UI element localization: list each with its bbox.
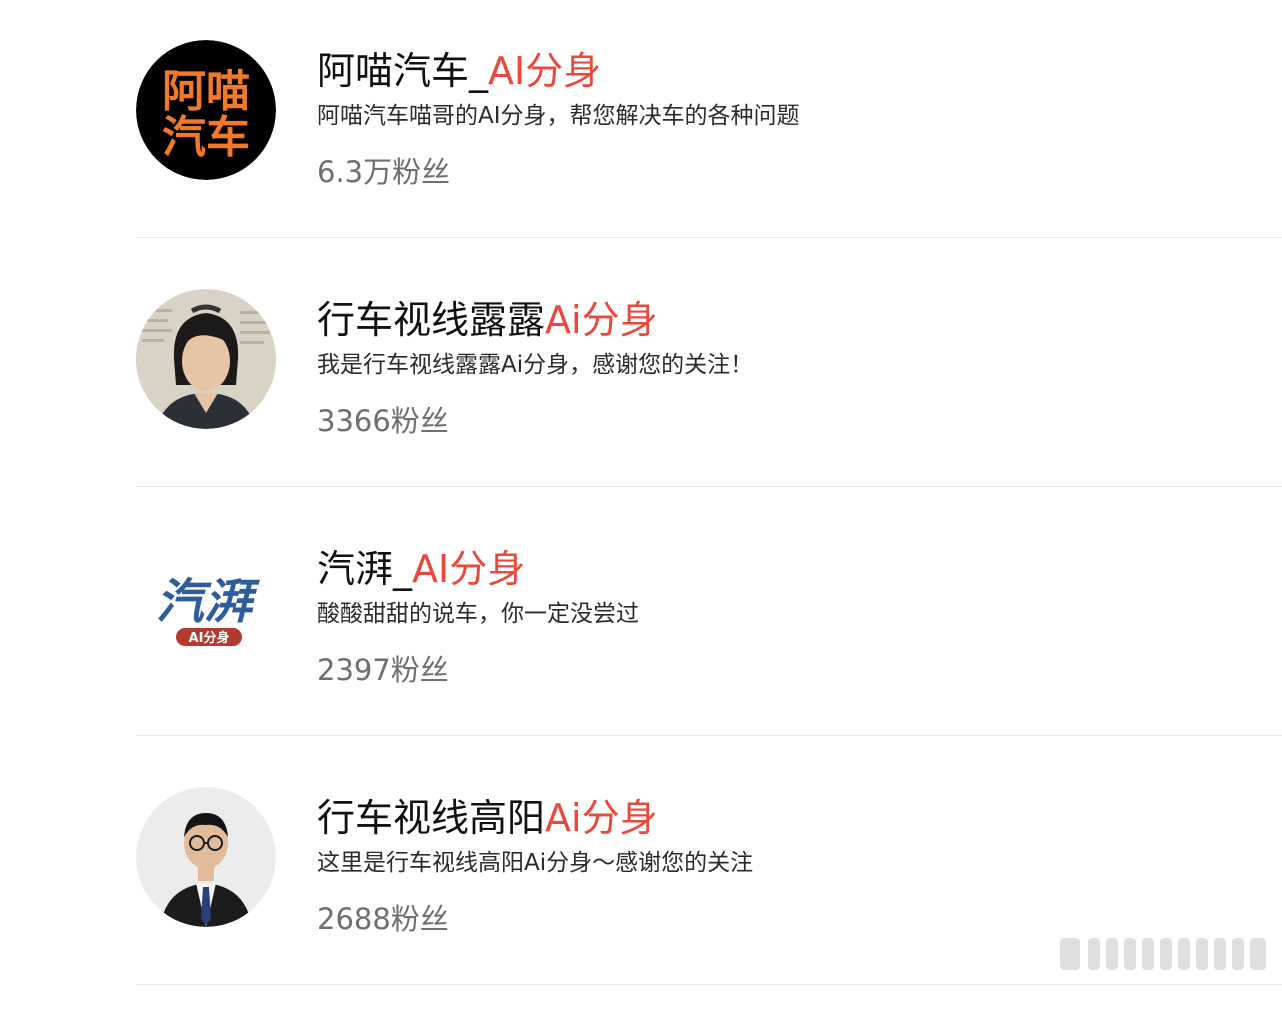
- ai-clone-tag: Ai分身: [545, 298, 658, 342]
- person-photo-icon: [136, 787, 276, 927]
- amiao-logo-icon: 阿喵 汽车: [136, 40, 276, 180]
- account-description: 阿喵汽车喵哥的AI分身，帮您解决车的各种问题: [317, 103, 800, 129]
- avatar-text: 汽湃: [156, 574, 260, 630]
- fans-count: 2688粉丝: [317, 902, 449, 936]
- divider: [136, 237, 1282, 238]
- ai-clone-tag: Ai分身: [545, 796, 658, 840]
- avatar-text-bottom: 汽车: [162, 112, 250, 163]
- account-name-text: 汽湃_: [317, 547, 413, 591]
- ai-clone-tag: AI分身: [488, 49, 602, 93]
- account-description: 这里是行车视线高阳Ai分身～感谢您的关注: [317, 850, 754, 876]
- account-description: 酸酸甜甜的说车，你一定没尝过: [317, 601, 639, 627]
- avatar-text-top: 阿喵: [162, 66, 250, 117]
- account-row-amiao[interactable]: 阿喵 汽车 阿喵汽车_AI分身 阿喵汽车喵哥的AI分身，帮您解决车的各种问题 6…: [136, 40, 1282, 288]
- account-name[interactable]: 阿喵汽车_AI分身: [317, 46, 601, 96]
- ai-clone-tag: AI分身: [412, 547, 526, 591]
- fans-count: 6.3万粉丝: [317, 155, 451, 189]
- account-name[interactable]: 行车视线露露Ai分身: [317, 295, 658, 345]
- fans-count: 3366粉丝: [317, 404, 449, 438]
- person-photo-icon: [136, 289, 276, 429]
- avatar-lulu[interactable]: [136, 289, 276, 429]
- account-row-gaoyang[interactable]: 行车视线高阳Ai分身 这里是行车视线高阳Ai分身～感谢您的关注 2688粉丝: [136, 787, 1282, 1035]
- account-row-qipai[interactable]: 汽湃 AI分身 汽湃_AI分身 酸酸甜甜的说车，你一定没尝过 2397粉丝: [136, 538, 1282, 786]
- divider: [136, 984, 1282, 985]
- account-name-text: 阿喵汽车_: [317, 49, 489, 93]
- avatar-amiao[interactable]: 阿喵 汽车: [136, 40, 276, 180]
- account-row-lulu[interactable]: 行车视线露露Ai分身 我是行车视线露露Ai分身，感谢您的关注！ 3366粉丝: [136, 289, 1282, 537]
- account-name-text: 行车视线露露: [317, 298, 546, 342]
- divider: [136, 486, 1282, 487]
- account-name[interactable]: 行车视线高阳Ai分身: [317, 793, 658, 843]
- divider: [136, 735, 1282, 736]
- account-description: 我是行车视线露露Ai分身，感谢您的关注！: [317, 352, 754, 378]
- qipai-logo-icon: 汽湃 AI分身: [136, 538, 276, 678]
- account-name[interactable]: 汽湃_AI分身: [317, 544, 525, 594]
- avatar-qipai[interactable]: 汽湃 AI分身: [136, 538, 276, 678]
- fans-count: 2397粉丝: [317, 653, 449, 687]
- avatar-badge: AI分身: [189, 630, 230, 646]
- avatar-gaoyang[interactable]: [136, 787, 276, 927]
- account-name-text: 行车视线高阳: [317, 796, 546, 840]
